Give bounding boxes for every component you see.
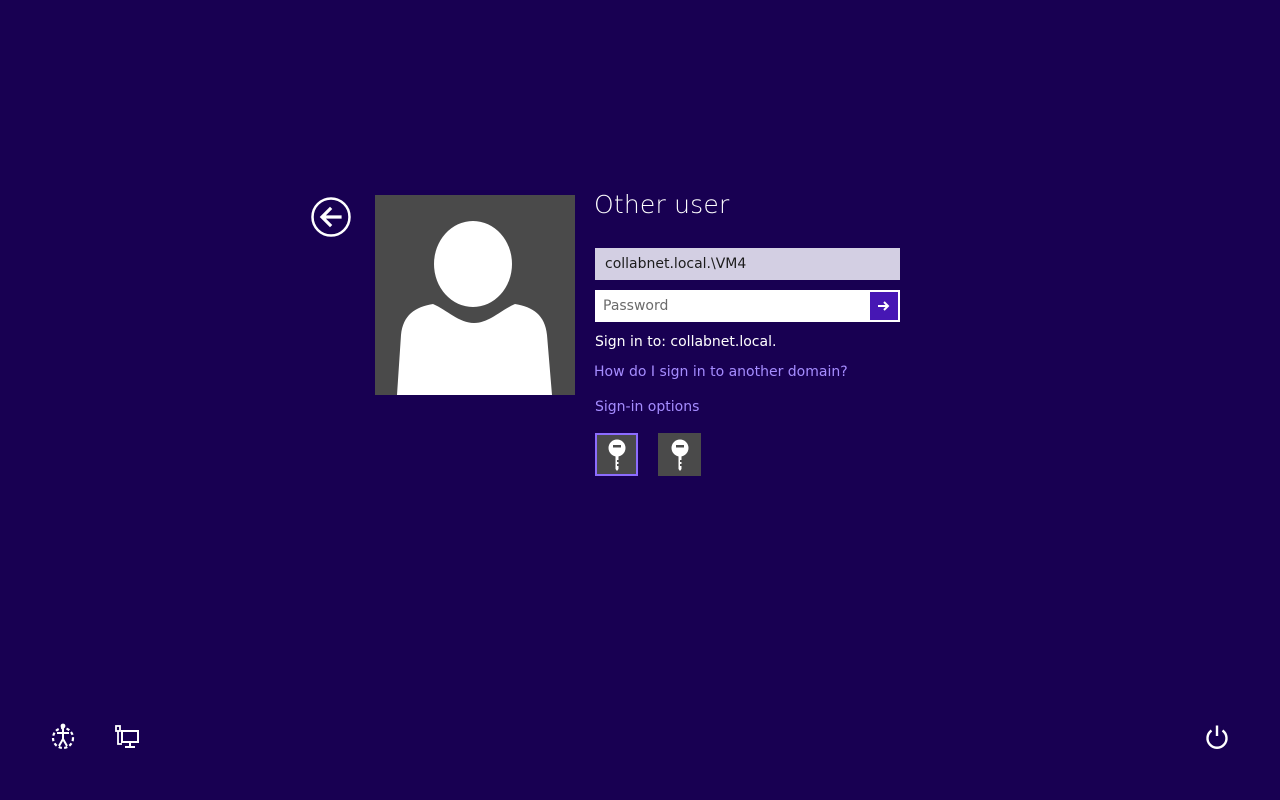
sign-in-options-link[interactable]: Sign-in options xyxy=(595,399,699,415)
lock-screen: Other user Sign in to: collabnet.local. … xyxy=(0,0,1280,800)
network-icon xyxy=(115,725,139,748)
user-avatar xyxy=(375,195,575,395)
network-button[interactable] xyxy=(112,722,142,752)
another-domain-link[interactable]: How do I sign in to another domain? xyxy=(594,364,848,380)
submit-button[interactable] xyxy=(870,292,898,320)
back-button[interactable] xyxy=(310,196,351,237)
password-box xyxy=(595,290,900,322)
username-field[interactable] xyxy=(595,248,900,280)
key-icon xyxy=(608,439,625,471)
sign-in-option-password[interactable] xyxy=(658,433,701,476)
sign-in-option-password-selected[interactable] xyxy=(595,433,638,476)
user-title: Other user xyxy=(594,190,730,219)
arrow-right-icon xyxy=(878,301,890,311)
key-icon xyxy=(671,439,688,471)
back-arrow-icon xyxy=(311,197,351,237)
power-icon xyxy=(1206,725,1228,749)
power-button[interactable] xyxy=(1202,722,1232,752)
user-silhouette-icon xyxy=(397,221,552,395)
password-field[interactable] xyxy=(595,290,870,322)
sign-in-domain-text: Sign in to: collabnet.local. xyxy=(595,334,777,350)
ease-of-access-button[interactable] xyxy=(48,722,78,752)
ease-of-access-icon xyxy=(51,723,75,750)
